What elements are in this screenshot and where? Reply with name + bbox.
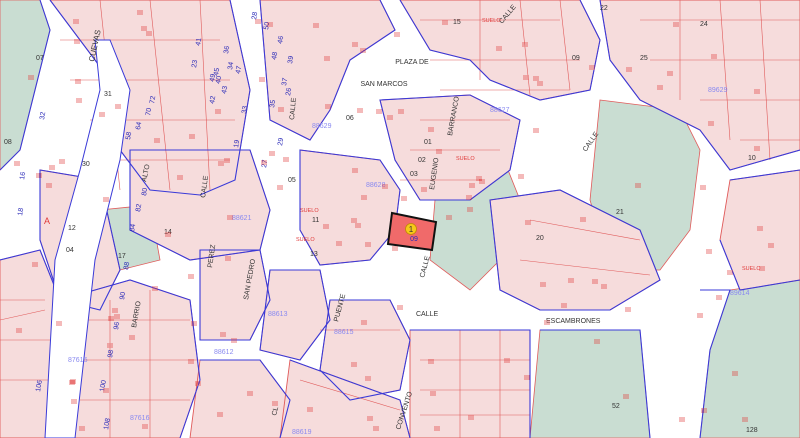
parcel-number: 15 — [453, 19, 461, 26]
parcel-number: 06 — [346, 115, 354, 122]
parcel-number: 37 — [281, 77, 289, 86]
parcel-number: 16 — [19, 171, 27, 180]
parcel-number: 26 — [285, 87, 293, 96]
block-code-89629: 89629 — [708, 87, 728, 94]
parcel-number: 98 — [107, 349, 115, 358]
parcel-number: 03 — [410, 171, 418, 178]
parcel-number: 12 — [68, 225, 76, 232]
parcel-number: 39 — [287, 55, 295, 64]
parcel-number: 43 — [221, 85, 229, 94]
parcel-number: 84 — [129, 223, 137, 232]
parcel-number: 52 — [612, 403, 620, 410]
parcel-number: 90 — [119, 291, 127, 300]
suelo-tag: SUELO — [300, 208, 319, 214]
parcel-number: 96 — [113, 321, 121, 330]
parcel-number: 30 — [82, 161, 90, 168]
street-plaza-line2: SAN MARCOS — [360, 81, 407, 88]
block-code-88612: 88612 — [214, 349, 234, 356]
street-escambrones: ESCAMBRONES — [546, 318, 601, 325]
parcel-number: 49 — [209, 73, 217, 82]
parcel-number: 21 — [616, 209, 624, 216]
parcel-number: 32 — [39, 111, 47, 120]
block-code-88621: 88621 — [232, 215, 252, 222]
block-code-88627: 88627 — [490, 107, 510, 114]
subject-parcel-number: 09 — [410, 236, 418, 243]
parcel-number: 18 — [17, 207, 25, 216]
parcel-number: 31 — [104, 91, 112, 98]
parcel-number: 07 — [36, 55, 44, 62]
parcel-number: 46 — [277, 35, 285, 44]
block-code-88629: 88629 — [312, 123, 332, 130]
cadastral-map[interactable]: 1 09 PLAZA DE SAN MARCOS CUEVAS CALLE BA… — [0, 0, 800, 438]
parcel-number: 11 — [312, 217, 319, 224]
parcel-number: 128 — [746, 427, 758, 434]
parcel-number: 23 — [191, 59, 199, 68]
parcel-number: 35 — [269, 99, 277, 108]
parcel-number: 34 — [227, 61, 235, 70]
parcel-number: 01 — [424, 139, 432, 146]
parcel-number: 70 — [145, 107, 153, 116]
parcel-number: 64 — [135, 121, 143, 130]
parcel-number: 33 — [241, 105, 249, 114]
block-code-88619: 88619 — [292, 429, 312, 436]
parcel-number: 20 — [536, 235, 544, 242]
block-code-88615: 88615 — [334, 329, 354, 336]
parcel-number: 22 — [600, 5, 608, 12]
street-calle-main: CALLE — [416, 311, 439, 318]
suelo-tag: SUELO — [456, 156, 475, 162]
parcel-number: 09 — [572, 55, 580, 62]
street-a: A — [44, 216, 50, 226]
parcel-number: 28 — [251, 11, 259, 20]
parcel-number: 80 — [141, 187, 149, 196]
block-code-87615: 87615 — [68, 357, 88, 364]
parcel-number: 13 — [310, 251, 318, 258]
suelo-tag: SUELO — [482, 18, 501, 24]
parcel-number: 25 — [640, 55, 648, 62]
parcel-number: 29 — [277, 137, 285, 146]
parcel-number: 42 — [209, 95, 217, 104]
parcel-number: 58 — [125, 131, 133, 140]
parcel-number: 17 — [118, 253, 126, 260]
suelo-tag: SUELO — [742, 266, 761, 272]
parcel-number: 05 — [288, 177, 296, 184]
parcel-number: 24 — [700, 21, 708, 28]
parcel-number: 48 — [271, 51, 279, 60]
parcel-number: 02 — [418, 157, 426, 164]
block-code-87616: 87616 — [130, 415, 150, 422]
parcel-number: 47 — [235, 65, 243, 74]
parcel-number: 82 — [135, 203, 143, 212]
parcel-number: 36 — [223, 45, 231, 54]
block-code-88613: 88613 — [268, 311, 288, 318]
parcel-number: 10 — [748, 155, 756, 162]
parcel-number: 19 — [233, 139, 241, 148]
subject-parcel-marker-label: 1 — [409, 225, 414, 234]
parcel-number: 72 — [149, 95, 157, 104]
parcel-number: 04 — [66, 247, 74, 254]
parcel-number: 08 — [4, 139, 12, 146]
block-code-88628: 88628 — [366, 182, 386, 189]
parcel-number: 41 — [195, 37, 203, 46]
street-plaza-line1: PLAZA DE — [395, 59, 429, 66]
parcel-number: 88 — [123, 261, 131, 270]
suelo-tag: SUELO — [296, 237, 315, 243]
block-code-89614: 89614 — [730, 290, 750, 297]
